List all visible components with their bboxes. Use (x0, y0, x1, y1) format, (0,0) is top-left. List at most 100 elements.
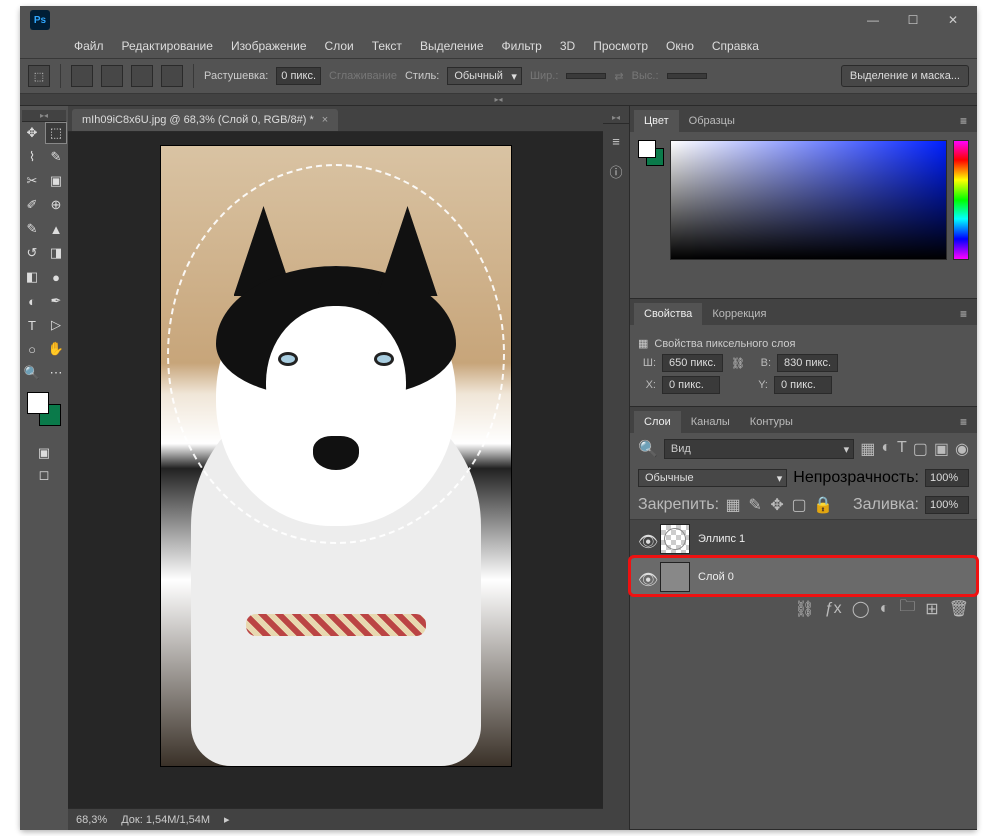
link-wh-icon[interactable]: ⛓ (729, 357, 747, 370)
path-select-tool[interactable]: ▷ (45, 314, 67, 336)
layer-thumbnail[interactable] (660, 562, 690, 592)
shape-tool[interactable]: ○ (21, 338, 43, 360)
maximize-button[interactable]: ☐ (893, 8, 933, 32)
selection-new-icon[interactable] (71, 65, 93, 87)
link-layers-icon[interactable]: ⛓ (794, 599, 814, 619)
doc-size[interactable]: Док: 1,54M/1,54M (121, 814, 210, 826)
dodge-tool[interactable]: ◐ (21, 290, 43, 312)
options-collapse-handle[interactable]: ▸◂ (20, 94, 977, 106)
menu-type[interactable]: Текст (364, 36, 410, 56)
lasso-tool[interactable]: ⌇ (21, 146, 43, 168)
feather-input[interactable]: 0 пикс. (276, 67, 321, 85)
gradient-tool[interactable]: ◧ (21, 266, 43, 288)
filter-smart-icon[interactable]: ▣ (934, 439, 949, 459)
menu-image[interactable]: Изображение (223, 36, 315, 56)
prop-x-input[interactable]: 0 пикс. (662, 376, 720, 394)
fx-icon[interactable]: ƒx (825, 600, 842, 618)
crop-tool[interactable]: ✂ (21, 170, 43, 192)
delete-layer-icon[interactable]: 🗑 (949, 599, 969, 619)
lock-paint-icon[interactable]: ✎ (747, 495, 763, 515)
brush-tool[interactable]: ✎ (21, 218, 43, 240)
layer-name[interactable]: Слой 0 (698, 571, 734, 583)
history-brush-tool[interactable]: ↺ (21, 242, 43, 264)
info-panel-icon[interactable]: ⓘ (607, 162, 625, 180)
screen-mode-toggle[interactable]: ◻ (33, 464, 55, 486)
history-panel-icon[interactable]: ≡ (607, 134, 625, 152)
lock-position-icon[interactable]: ✥ (769, 495, 785, 515)
tab-layers[interactable]: Слои (634, 411, 681, 433)
move-tool[interactable]: ✥ (21, 122, 43, 144)
tab-adjustments[interactable]: Коррекция (702, 303, 776, 325)
menu-window[interactable]: Окно (658, 36, 702, 56)
foreground-color[interactable] (27, 392, 49, 414)
quick-mask-toggle[interactable]: ▣ (33, 442, 55, 464)
canvas[interactable] (68, 132, 603, 808)
color-swatches[interactable] (27, 392, 61, 426)
panel-menu-icon[interactable]: ≡ (954, 110, 973, 132)
lock-pixels-icon[interactable]: ▦ (725, 495, 741, 515)
tool-preset-picker[interactable]: ⬚ (28, 65, 50, 87)
filter-pixel-icon[interactable]: ▦ (860, 439, 875, 459)
blend-mode-select[interactable]: Обычные (638, 469, 787, 487)
filter-adjust-icon[interactable]: ◐ (881, 439, 891, 459)
visibility-icon[interactable]: 👁 (638, 532, 652, 546)
panel-menu-icon[interactable]: ≡ (954, 303, 973, 325)
menu-select[interactable]: Выделение (412, 36, 492, 56)
opacity-input[interactable]: 100% (925, 469, 969, 487)
lock-all-icon[interactable]: 🔒 (813, 495, 829, 515)
eyedropper-tool[interactable]: ✐ (21, 194, 43, 216)
color-field[interactable] (670, 140, 947, 260)
menu-layers[interactable]: Слои (317, 36, 362, 56)
prop-y-input[interactable]: 0 пикс. (774, 376, 832, 394)
layer-thumbnail[interactable] (660, 524, 690, 554)
color-picker[interactable] (638, 140, 969, 290)
style-select[interactable]: Обычный (447, 67, 522, 85)
elliptical-selection[interactable] (167, 164, 505, 544)
hue-slider[interactable] (953, 140, 969, 260)
document-tab[interactable]: mIh09iC8x6U.jpg @ 68,3% (Слой 0, RGB/8#)… (72, 109, 338, 131)
heal-tool[interactable]: ⊕ (45, 194, 67, 216)
tab-paths[interactable]: Контуры (740, 411, 803, 433)
minimize-button[interactable]: — (853, 8, 893, 32)
selection-subtract-icon[interactable] (131, 65, 153, 87)
quick-select-tool[interactable]: ✎ (45, 146, 67, 168)
status-menu-icon[interactable]: ▸ (224, 813, 230, 826)
frame-tool[interactable]: ▣ (45, 170, 67, 192)
mask-icon[interactable]: ◯ (852, 599, 870, 619)
new-layer-icon[interactable]: ⊞ (925, 599, 938, 619)
layer-name[interactable]: Эллипс 1 (698, 533, 745, 545)
marquee-tool[interactable]: ⬚ (45, 122, 67, 144)
menu-help[interactable]: Справка (704, 36, 767, 56)
type-tool[interactable]: T (21, 314, 43, 336)
menu-filter[interactable]: Фильтр (494, 36, 550, 56)
picker-swatches[interactable] (638, 140, 664, 166)
adjustment-layer-icon[interactable]: ◐ (880, 600, 890, 618)
menu-view[interactable]: Просмотр (585, 36, 656, 56)
fill-input[interactable]: 100% (925, 496, 969, 514)
hand-tool[interactable]: ✋ (45, 338, 67, 360)
zoom-tool[interactable]: 🔍 (21, 362, 43, 384)
selection-add-icon[interactable] (101, 65, 123, 87)
filter-toggle[interactable]: ◉ (955, 439, 969, 459)
tab-properties[interactable]: Свойства (634, 303, 702, 325)
close-button[interactable]: ✕ (933, 8, 973, 32)
tab-color[interactable]: Цвет (634, 110, 679, 132)
selection-intersect-icon[interactable] (161, 65, 183, 87)
layer-row-selected[interactable]: 👁 Слой 0 (630, 557, 977, 595)
prop-h-input[interactable]: 830 пикс. (777, 354, 838, 372)
zoom-level[interactable]: 68,3% (76, 814, 107, 826)
eraser-tool[interactable]: ◨ (45, 242, 67, 264)
layer-row[interactable]: 👁 Эллипс 1 (630, 519, 977, 557)
document[interactable] (161, 146, 511, 766)
layer-filter-select[interactable]: Вид (664, 439, 854, 459)
tab-swatches[interactable]: Образцы (679, 110, 745, 132)
filter-type-icon[interactable]: T (897, 439, 907, 459)
filter-shape-icon[interactable]: ▢ (913, 439, 928, 459)
pen-tool[interactable]: ✒ (45, 290, 67, 312)
menu-edit[interactable]: Редактирование (114, 36, 221, 56)
visibility-icon[interactable]: 👁 (638, 570, 652, 584)
select-and-mask-button[interactable]: Выделение и маска... (841, 65, 969, 87)
tab-channels[interactable]: Каналы (681, 411, 740, 433)
panel-menu-icon[interactable]: ≡ (954, 411, 973, 433)
stamp-tool[interactable]: ▲ (45, 218, 67, 240)
